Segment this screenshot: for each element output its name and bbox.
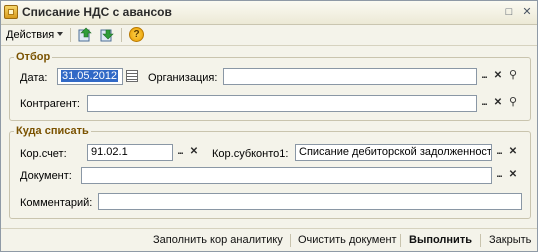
clear-document-button[interactable]: Очистить документ xyxy=(298,233,397,248)
fill-kor-analytics-button[interactable]: Заполнить кор аналитику xyxy=(153,233,283,248)
document-field[interactable] xyxy=(81,167,492,184)
korsubkonto-label: Кор.субконто1: xyxy=(212,148,289,160)
korsubkonto-clear-icon[interactable]: ✕ xyxy=(506,144,520,161)
korschet-field[interactable]: 91.02.1 xyxy=(87,144,173,161)
kontragent-clear-icon[interactable]: ✕ xyxy=(491,95,505,112)
footer-separator xyxy=(400,234,401,247)
maximize-icon[interactable]: □ xyxy=(503,6,515,18)
korsubkonto-field[interactable]: Списание дебиторской задолженности xyxy=(295,144,492,161)
actions-menu-button[interactable]: Действия xyxy=(6,27,64,43)
document-select-button[interactable]: ... xyxy=(492,167,506,184)
korschet-select-button[interactable]: ... xyxy=(173,144,187,161)
document-label: Документ: xyxy=(20,170,72,182)
dialog-window: Списание НДС с авансов □ ✕ Действия ? От… xyxy=(0,0,538,252)
window-title: Списание НДС с авансов xyxy=(22,5,172,19)
organization-search-icon[interactable]: ⚲ xyxy=(506,68,520,85)
footer-separator xyxy=(290,234,291,247)
kontragent-search-icon[interactable]: ⚲ xyxy=(506,95,520,112)
korschet-label: Кор.счет: xyxy=(20,148,67,160)
toolbar: Действия xyxy=(1,25,537,46)
calendar-icon[interactable] xyxy=(126,70,138,82)
date-label: Дата: xyxy=(20,72,48,84)
load-icon[interactable] xyxy=(77,27,93,43)
kontragent-select-button[interactable]: ... xyxy=(477,95,491,112)
title-bar[interactable]: Списание НДС с авансов □ ✕ xyxy=(1,1,537,25)
org-label: Организация: xyxy=(148,72,218,84)
actions-label: Действия xyxy=(6,29,55,41)
help-icon[interactable]: ? xyxy=(129,27,144,42)
footer-separator xyxy=(480,234,481,247)
toolbar-separator xyxy=(70,28,71,42)
kontragent-field[interactable] xyxy=(87,95,477,112)
korschet-clear-icon[interactable]: ✕ xyxy=(187,144,201,161)
chevron-down-icon xyxy=(57,32,64,36)
close-button[interactable]: Закрыть xyxy=(489,233,531,248)
organization-field[interactable] xyxy=(223,68,477,85)
comment-field[interactable] xyxy=(98,193,522,210)
execute-button[interactable]: Выполнить xyxy=(409,233,472,248)
toolbar-separator xyxy=(121,28,122,42)
save-icon[interactable] xyxy=(99,27,115,43)
organization-select-button[interactable]: ... xyxy=(477,68,491,85)
footer-bar: Заполнить кор аналитику Очистить докумен… xyxy=(1,228,537,252)
app-icon xyxy=(4,5,18,19)
otbor-legend: Отбор xyxy=(16,51,51,63)
organization-clear-icon[interactable]: ✕ xyxy=(491,68,505,85)
comment-label: Комментарий: xyxy=(20,197,93,209)
date-field[interactable]: 31.05.2012 xyxy=(57,68,123,85)
kontragent-label: Контрагент: xyxy=(20,98,80,110)
document-clear-icon[interactable]: ✕ xyxy=(506,167,520,184)
close-icon[interactable]: ✕ xyxy=(521,6,533,18)
kuda-spisat-legend: Куда списать xyxy=(16,125,89,137)
korsubkonto-select-button[interactable]: ... xyxy=(492,144,506,161)
